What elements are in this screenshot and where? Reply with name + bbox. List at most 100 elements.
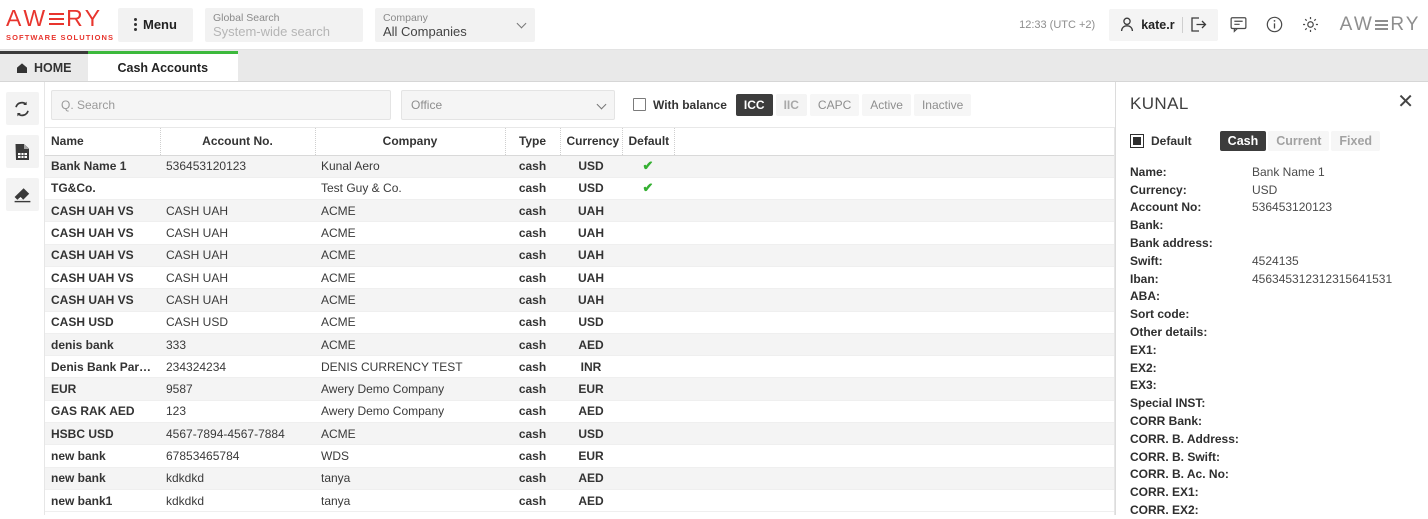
- column-header-currency[interactable]: Currency: [560, 128, 623, 156]
- cell-currency: USD: [560, 311, 622, 334]
- table-row[interactable]: CASH UAH VS CASH UAH ACME cash UAH: [45, 199, 1114, 223]
- cell-name: CASH UAH VS: [45, 244, 160, 267]
- check-icon: ✔: [642, 158, 654, 174]
- clock-label: 12:33 (UTC +2): [1019, 18, 1096, 31]
- table-body: Bank Name 1 536453120123 Kunal Aero cash USD…: [45, 155, 1114, 513]
- tab-home[interactable]: HOME: [0, 51, 88, 81]
- table-row[interactable]: CASH UAH VS CASH UAH ACME cash UAH: [45, 288, 1114, 312]
- chat-button[interactable]: [1224, 10, 1254, 40]
- column-header-type[interactable]: Type: [505, 128, 561, 156]
- table-row[interactable]: TG&Co. Test Guy & Co. cash USD ✔: [45, 177, 1114, 201]
- chevron-down-icon: [596, 99, 607, 109]
- detail-field-key: CORR. B. Address:: [1130, 431, 1239, 446]
- table-row[interactable]: HSBC USD 4567-7894-4567-7884 ACME cash USD: [45, 422, 1114, 446]
- detail-field-key: ABA:: [1130, 289, 1160, 304]
- table-row[interactable]: EUR 9587 Awery Demo Company cash EUR: [45, 377, 1114, 401]
- report-button[interactable]: [5, 135, 39, 168]
- table-row[interactable]: CASH UAH VS CASH UAH ACME cash UAH: [45, 221, 1114, 245]
- detail-field: CORR Bank:: [1130, 412, 1414, 430]
- cell-type: cash: [505, 155, 560, 178]
- default-checkbox[interactable]: [1130, 134, 1144, 148]
- eraser-icon: [14, 187, 30, 202]
- cell-name: Denis Bank Parent ...: [45, 355, 160, 379]
- cell-default: [622, 422, 674, 446]
- cell-account: 536453120123: [160, 155, 315, 178]
- detail-field-value: 456345312312315641531: [1252, 271, 1393, 286]
- detail-field-key: Currency:: [1130, 182, 1187, 197]
- menu-button[interactable]: Menu: [118, 7, 193, 42]
- table-row[interactable]: Bank Name 1 536453120123 Kunal Aero cash USD…: [45, 155, 1114, 178]
- account-type-current[interactable]: Current: [1268, 131, 1330, 151]
- detail-field-key: Bank address:: [1130, 236, 1213, 251]
- column-header-company[interactable]: Company: [315, 128, 506, 156]
- table-row[interactable]: GAS RAK AED 123 Awery Demo Company cash AED: [45, 400, 1114, 424]
- detail-field-key: Other details:: [1130, 325, 1208, 340]
- search-input[interactable]: Q. Search: [51, 89, 391, 120]
- column-header-account[interactable]: Account No.: [160, 128, 316, 156]
- column-header-name[interactable]: Name: [45, 128, 161, 156]
- column-header-default[interactable]: Default: [622, 128, 675, 156]
- info-icon: [1266, 16, 1283, 33]
- filter-segment-group: ICC IIC CAPC Active Inactive: [735, 93, 972, 116]
- detail-field-key: Name:: [1130, 164, 1167, 179]
- detail-field: Currency: USD: [1130, 181, 1414, 199]
- cell-spacer: [674, 355, 1114, 379]
- cell-default: [622, 333, 674, 357]
- table-row[interactable]: CASH UAH VS CASH UAH ACME cash UAH: [45, 244, 1114, 267]
- table-row[interactable]: new bank kdkdkd tanya cash AED: [45, 467, 1114, 490]
- cell-type: cash: [505, 221, 560, 245]
- detail-field: EX2:: [1130, 359, 1414, 377]
- table-row[interactable]: Denis Bank Parent ... 234324234 DENIS CURR…: [45, 355, 1114, 379]
- clear-button[interactable]: [5, 178, 39, 211]
- table-row[interactable]: CASH USD CASH USD ACME cash USD: [45, 311, 1114, 334]
- with-balance-checkbox[interactable]: With balance: [633, 98, 727, 112]
- detail-field-key: CORR Bank:: [1130, 414, 1203, 429]
- logout-icon[interactable]: [1190, 17, 1207, 32]
- filter-segment-inactive[interactable]: Inactive: [913, 93, 972, 116]
- office-select[interactable]: Office: [401, 89, 615, 120]
- cell-currency: EUR: [560, 377, 622, 401]
- cell-default: [622, 489, 674, 513]
- table-row[interactable]: new bank 67853465784 WDS cash EUR: [45, 444, 1114, 468]
- detail-field-key: Account No:: [1130, 200, 1202, 215]
- cell-default: [622, 400, 674, 424]
- hdr-logo-w: W: [1353, 14, 1374, 35]
- tab-cash-accounts[interactable]: Cash Accounts: [87, 51, 239, 81]
- detail-field: Special INST:: [1130, 394, 1414, 412]
- cell-default: [622, 467, 674, 490]
- table-row[interactable]: CASH UAH VS CASH UAH ACME cash UAH: [45, 266, 1114, 290]
- cell-spacer: [674, 377, 1114, 401]
- user-menu[interactable]: kate.r: [1109, 8, 1218, 41]
- filter-segment-capc[interactable]: CAPC: [809, 93, 860, 116]
- account-type-cash[interactable]: Cash: [1219, 131, 1267, 151]
- cell-name: new bank: [45, 444, 160, 468]
- cash-accounts-table: Name Account No. Company Type Currency D…: [45, 128, 1114, 513]
- filter-segment-active[interactable]: Active: [862, 93, 911, 116]
- table-row[interactable]: new bank1 kdkdkd tanya cash AED: [45, 489, 1114, 513]
- cell-account: kdkdkd: [160, 489, 315, 513]
- filter-segment-icc[interactable]: ICC: [735, 93, 773, 116]
- settings-button[interactable]: [1296, 10, 1326, 40]
- table-row[interactable]: denis bank 333 ACME cash AED: [45, 333, 1114, 357]
- app-logo[interactable]: A W R Y SOFTWARE SOLUTIONS: [0, 7, 118, 43]
- refresh-button[interactable]: [5, 92, 39, 125]
- global-search-input[interactable]: System-wide search: [213, 24, 353, 39]
- cell-name: new bank: [45, 467, 160, 490]
- cell-currency: USD: [560, 422, 622, 446]
- cell-currency: USD: [560, 177, 622, 201]
- checkbox-icon[interactable]: [633, 98, 646, 111]
- cell-currency: AED: [560, 400, 622, 424]
- cell-spacer: [674, 489, 1114, 513]
- cell-spacer: [674, 244, 1114, 267]
- global-search-field[interactable]: Global Search System-wide search: [204, 7, 363, 42]
- info-button[interactable]: [1260, 10, 1290, 40]
- cell-company: WDS: [315, 444, 505, 468]
- company-select[interactable]: Company All Companies: [374, 7, 535, 42]
- filter-segment-iic[interactable]: IIC: [775, 93, 807, 116]
- close-icon[interactable]: ✕: [1397, 92, 1414, 112]
- cell-name: Bank Name 1: [45, 155, 160, 178]
- cell-company: DENIS CURRENCY TEST: [315, 355, 505, 379]
- detail-field: Swift: 4524135: [1130, 252, 1414, 270]
- cash-accounts-table-container[interactable]: Name Account No. Company Type Currency D…: [45, 128, 1115, 515]
- account-type-fixed[interactable]: Fixed: [1331, 131, 1381, 151]
